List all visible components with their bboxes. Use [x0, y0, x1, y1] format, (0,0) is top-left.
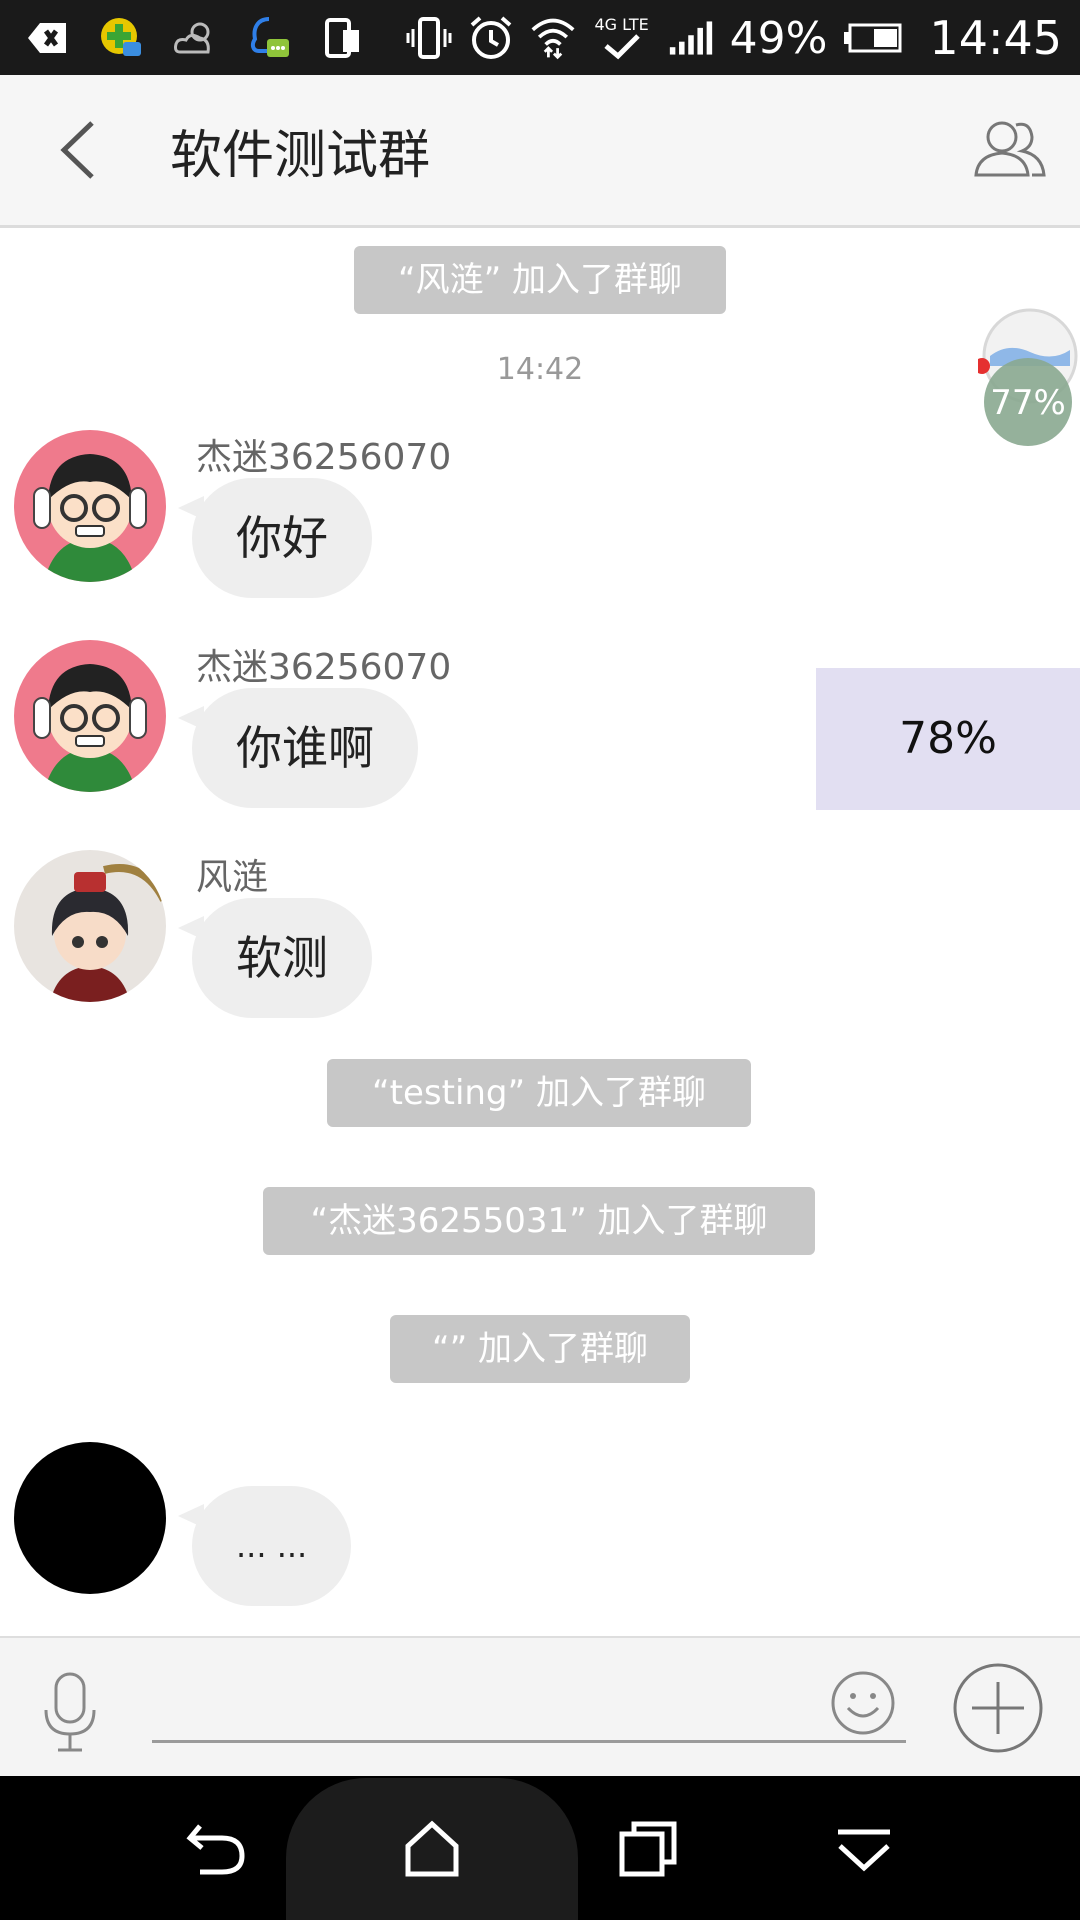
alarm-icon [468, 15, 514, 61]
chevron-down-icon [838, 1829, 890, 1872]
message-bubble[interactable]: 你好 [178, 478, 372, 598]
sender-name: 杰迷36256070 [196, 437, 452, 478]
plus-circle-icon [953, 1663, 1043, 1753]
back-button[interactable] [50, 115, 110, 185]
battery-percent: 49% [729, 12, 828, 64]
chat-app-icon [246, 15, 292, 61]
cartoon-avatar-icon [14, 640, 166, 792]
memory-boost-icon: 77% [974, 308, 1078, 446]
avatar[interactable] [14, 850, 166, 1002]
avatar[interactable] [14, 1442, 166, 1594]
avatar[interactable] [14, 640, 166, 792]
undo-back-icon [186, 1824, 245, 1875]
cartoon-avatar-icon [14, 430, 166, 582]
group-members-button[interactable] [970, 113, 1050, 183]
message-bubble[interactable]: 你谁啊 [178, 688, 418, 808]
status-bar: 4G LTE 49% 14:45 [0, 0, 1080, 75]
message-bubble[interactable]: 软测 [178, 898, 372, 1018]
smiley-icon [831, 1671, 895, 1735]
message-timestamp: 14:42 [496, 352, 584, 387]
more-actions-button[interactable] [952, 1662, 1044, 1754]
recent-apps-icon [619, 1821, 677, 1877]
vibrate-icon [406, 15, 452, 61]
clock: 14:45 [929, 11, 1062, 65]
lte-signal-icon: 4G LTE [592, 15, 652, 61]
anime-avatar-icon [14, 850, 166, 1002]
nav-home-button[interactable] [400, 1816, 464, 1880]
group-people-icon [974, 121, 1046, 177]
system-message: “testing” 加入了群聊 [327, 1059, 751, 1127]
nav-back-button[interactable] [184, 1816, 248, 1880]
message-bubble[interactable]: ... ... [177, 1486, 352, 1606]
avatar[interactable] [14, 430, 166, 582]
emoji-button[interactable] [830, 1670, 896, 1736]
page-title: 软件测试群 [170, 126, 431, 186]
chevron-left-icon [60, 121, 94, 179]
message-text-input[interactable] [152, 1668, 906, 1743]
sender-name: 杰迷36256070 [196, 647, 452, 688]
system-message: “风涟” 加入了群聊 [354, 246, 726, 314]
float-ball-percent: 77% [990, 383, 1066, 423]
nav-notification-button[interactable] [832, 1816, 896, 1880]
weather-icon [172, 15, 218, 61]
back-arrow-notification-icon [24, 15, 70, 61]
battery-icon [843, 15, 903, 61]
message-input-bar [0, 1636, 1080, 1778]
screen-rotate-icon [320, 15, 366, 61]
message-list[interactable]: “风涟” 加入了群聊 14:42 杰迷36256070 你好 杰迷3625607… [0, 228, 1080, 1636]
wifi-icon [530, 15, 576, 61]
network-type-label: 4G LTE [594, 15, 649, 34]
microphone-icon [44, 1672, 96, 1752]
floating-assistant-ball[interactable]: 77% [974, 306, 1078, 450]
nav-recents-button[interactable] [616, 1816, 680, 1880]
system-message: “杰迷36255031” 加入了群聊 [263, 1187, 815, 1255]
home-icon [405, 1820, 459, 1877]
system-message: “” 加入了群聊 [390, 1315, 690, 1383]
chat-header: 软件测试群 [0, 75, 1080, 228]
game-app-icon [98, 15, 144, 61]
system-navigation-bar [0, 1776, 1080, 1920]
cell-signal-icon [668, 15, 714, 61]
voice-input-button[interactable] [38, 1670, 102, 1754]
sender-name: 风涟 [196, 857, 269, 898]
progress-percent-panel[interactable]: 78% [816, 668, 1080, 810]
